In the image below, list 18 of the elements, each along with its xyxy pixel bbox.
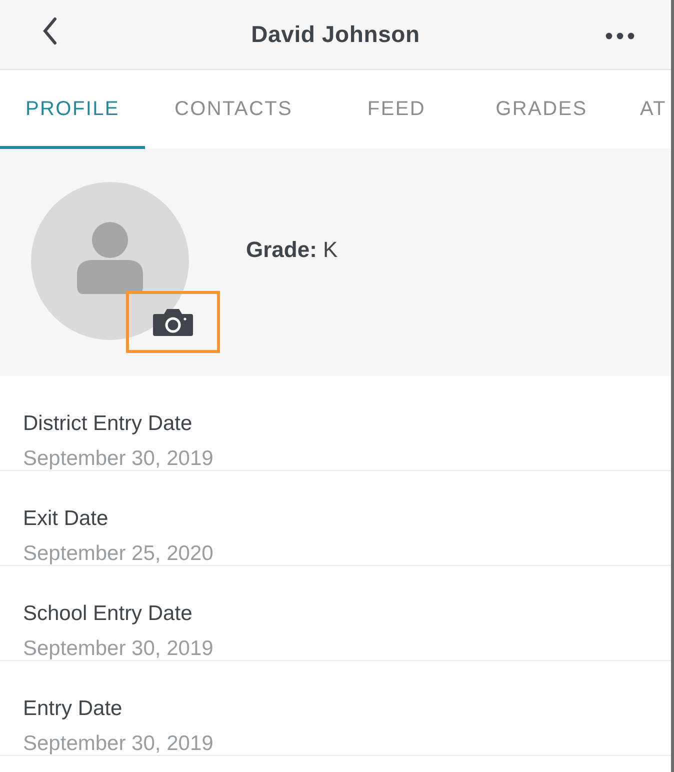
tab[interactable]: GRADES — [471, 70, 612, 149]
camera-button[interactable] — [126, 291, 220, 353]
tab[interactable]: AT — [612, 70, 666, 149]
field-label: Exit Date — [23, 506, 110, 532]
field-label: Entry Date — [23, 696, 124, 722]
tab[interactable]: CONTACTS — [145, 70, 322, 149]
field-value: September 30, 2019 — [23, 446, 214, 472]
field-value: September 30, 2019 — [23, 636, 214, 662]
field-value: September 30, 2019 — [23, 731, 214, 757]
more-icon — [605, 32, 635, 40]
page-title: David Johnson — [251, 21, 420, 48]
field-value: September 25, 2020 — [23, 541, 214, 567]
grade-text: Grade: K — [246, 237, 338, 263]
person-icon — [77, 222, 143, 294]
field-label: District Entry Date — [23, 411, 194, 437]
camera-icon — [153, 308, 193, 336]
tab[interactable]: FEED — [322, 70, 471, 149]
field-label: School Entry Date — [23, 601, 194, 627]
